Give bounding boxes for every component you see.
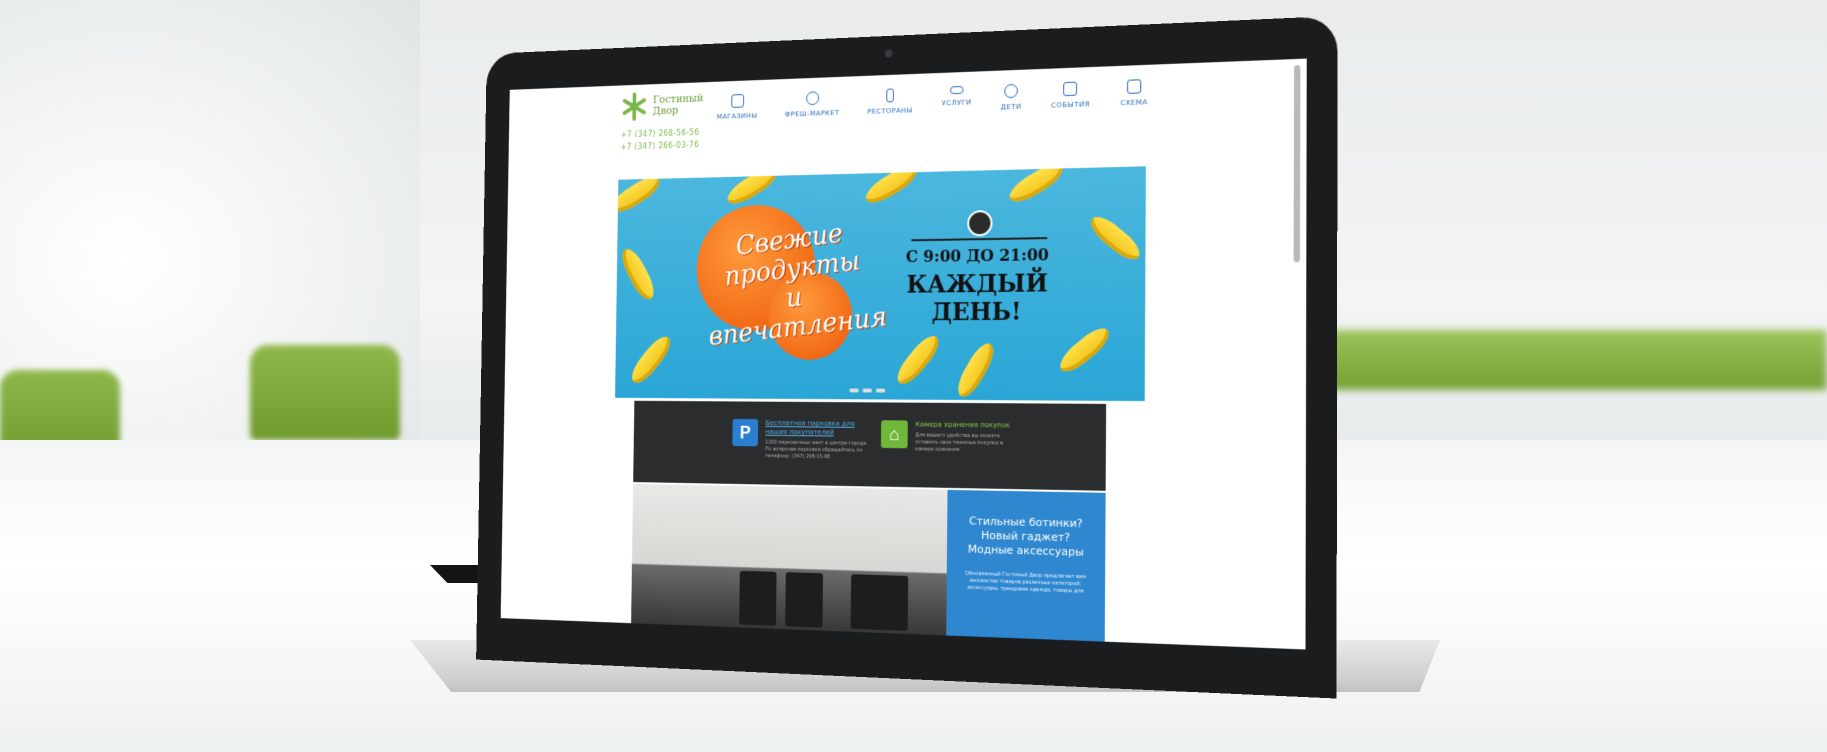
- nav-label: СХЕМА: [1120, 98, 1148, 108]
- nav-label: СОБЫТИЯ: [1051, 100, 1091, 110]
- divider: [911, 237, 1048, 242]
- balloon-icon: [1004, 83, 1019, 99]
- parking-title[interactable]: Бесплатная парковка для наших покупателе…: [765, 419, 868, 438]
- clothes-rack: [850, 574, 909, 631]
- promo-line: Модные аксессуары: [967, 542, 1084, 559]
- nav-item-fresh-market[interactable]: ФРЕШ-МАРКЕТ: [784, 90, 840, 119]
- glasses-icon: [949, 85, 964, 95]
- basket-icon: ⌂: [880, 420, 908, 449]
- store-photo: [631, 483, 948, 641]
- map-icon: [1126, 79, 1142, 94]
- logo-text: Гостиный Двор: [652, 91, 704, 118]
- fork-knife-icon: [886, 88, 895, 103]
- nav-item-shops[interactable]: МАГАЗИНЫ: [717, 94, 758, 121]
- banana-image: [615, 171, 664, 218]
- nav-label: МАГАЗИНЫ: [716, 111, 758, 121]
- everyday-line: КАЖДЫЙ: [906, 268, 1048, 299]
- everyday-text: КАЖДЫЙ ДЕНЬ!: [890, 268, 1065, 327]
- storage-title[interactable]: Камера хранения покупок: [915, 421, 1022, 431]
- banner-slogan: Свежие продукты и впечатления: [697, 214, 891, 352]
- browser-viewport: Гостиный Двор +7 (347) 268-56-56 +7 (347…: [500, 58, 1307, 650]
- nav-item-services[interactable]: УСЛУГИ: [941, 85, 972, 114]
- bag-icon: [730, 94, 744, 108]
- clothes-rack: [739, 570, 777, 626]
- green-bench: [1267, 330, 1827, 390]
- banana-image: [1054, 322, 1114, 378]
- promo-heading: Стильные ботинки? Новый гаджет? Модные а…: [955, 514, 1098, 560]
- hero-banner[interactable]: Свежие продукты и впечатления С 9:00 ДО …: [615, 166, 1146, 402]
- storage-service[interactable]: ⌂ Камера хранения покупок Для вашего удо…: [880, 420, 1022, 455]
- banana-image: [952, 339, 999, 401]
- nav-item-events[interactable]: СОБЫТИЯ: [1051, 81, 1091, 110]
- nav-label: ДЕТИ: [1000, 102, 1022, 112]
- everyday-line: ДЕНЬ!: [931, 296, 1022, 327]
- apple-icon: [805, 91, 819, 106]
- calendar-icon: [1063, 81, 1078, 97]
- storage-desc: Для вашего удобства вы можете оставить с…: [915, 432, 1004, 453]
- phone-numbers: +7 (347) 268-56-56 +7 (347) 266-03-76: [620, 126, 700, 154]
- snowflake-logo-icon: [621, 92, 648, 121]
- banana-image: [1085, 211, 1145, 266]
- phone-2[interactable]: +7 (347) 266-03-76: [620, 139, 700, 154]
- banana-image: [617, 244, 659, 304]
- nav-item-map[interactable]: СХЕМА: [1120, 79, 1148, 107]
- services-strip: P Бесплатная парковка для наших покупате…: [633, 400, 1107, 491]
- banana-image: [626, 331, 676, 388]
- green-chair: [250, 345, 400, 440]
- slider-dots[interactable]: [849, 388, 886, 393]
- promo-box: Стильные ботинки? Новый гаджет? Модные а…: [946, 489, 1106, 647]
- nav-label: ФРЕШ-МАРКЕТ: [784, 108, 840, 119]
- parking-icon: P: [732, 418, 759, 447]
- banana-image: [1005, 166, 1067, 208]
- clothes-rack: [785, 572, 824, 628]
- camera-icon: [884, 49, 893, 58]
- site-header: Гостиный Двор +7 (347) 268-56-56 +7 (347…: [508, 59, 1306, 168]
- main-nav: МАГАЗИНЫ ФРЕШ-МАРКЕТ РЕСТОРАНЫ УСЛУГИ ДЕ…: [717, 78, 1179, 121]
- nav-item-restaurants[interactable]: РЕСТОРАНЫ: [867, 88, 913, 116]
- laptop-lid: Гостиный Двор +7 (347) 268-56-56 +7 (347…: [476, 15, 1338, 699]
- promo-section[interactable]: Стильные ботинки? Новый гаджет? Модные а…: [631, 483, 1106, 647]
- promo-text: Обновленный Гостиный Двор предлагает вам…: [965, 570, 1086, 595]
- clock-icon: [967, 210, 993, 237]
- parking-service[interactable]: P Бесплатная парковка для наших покупате…: [732, 418, 868, 462]
- banana-image: [892, 330, 944, 390]
- nav-item-kids[interactable]: ДЕТИ: [1000, 83, 1022, 112]
- nav-label: УСЛУГИ: [941, 98, 972, 108]
- site-logo[interactable]: Гостиный Двор: [621, 90, 704, 121]
- nav-label: РЕСТОРАНЫ: [867, 106, 913, 116]
- parking-desc: 1200 парковочных мест в центре города. П…: [765, 439, 868, 461]
- banana-image: [861, 166, 921, 209]
- photo-scene: Гостиный Двор +7 (347) 268-56-56 +7 (347…: [0, 0, 1827, 752]
- opening-hours: С 9:00 ДО 21:00: [905, 245, 1049, 267]
- banana-image: [723, 166, 781, 210]
